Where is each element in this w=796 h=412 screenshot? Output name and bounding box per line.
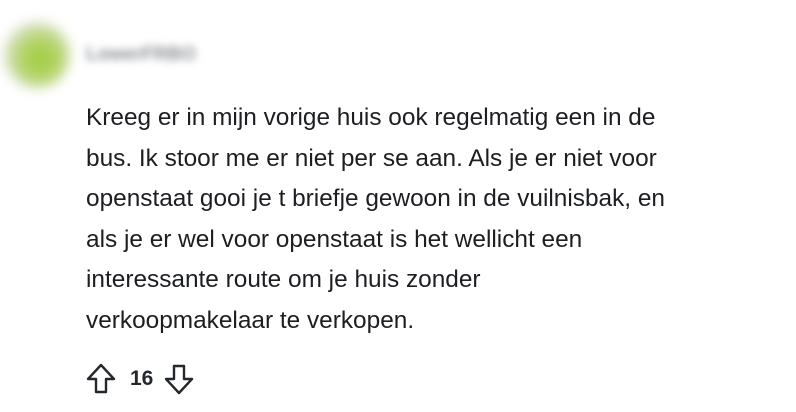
upvote-button[interactable] xyxy=(84,362,118,396)
comment: LowerFRBO Kreeg er in mijn vorige huis o… xyxy=(0,0,796,412)
user-avatar[interactable] xyxy=(4,22,70,88)
downvote-button[interactable] xyxy=(162,362,196,396)
comment-author[interactable]: LowerFRBO xyxy=(86,44,196,66)
vote-score: 16 xyxy=(130,367,154,390)
vote-bar: 16 xyxy=(84,362,196,396)
arrow-down-outline-icon xyxy=(165,364,194,395)
comment-body: Kreeg er in mijn vorige huis ook regelma… xyxy=(86,104,665,334)
arrow-up-outline-icon xyxy=(86,363,116,394)
